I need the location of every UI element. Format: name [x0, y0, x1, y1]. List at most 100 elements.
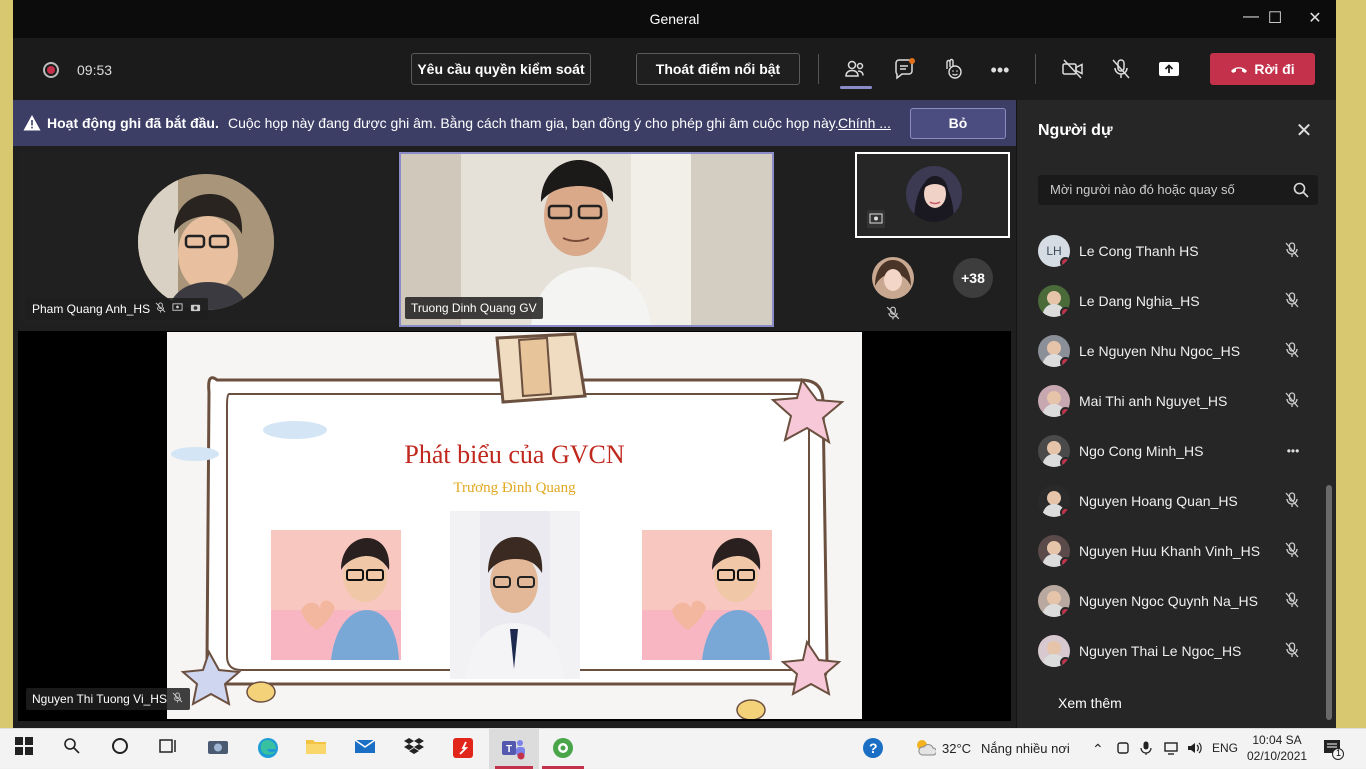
slide-image-avatar-left — [271, 530, 401, 660]
more-options-icon[interactable]: ••• — [987, 57, 1013, 83]
participants-active-indicator — [840, 86, 872, 89]
participant-name-tag: Truong Dinh Quang GV — [405, 297, 543, 319]
network-icon[interactable] — [1164, 741, 1178, 758]
mic-off-icon[interactable] — [1283, 341, 1303, 361]
banner-message: Cuộc họp này đang được ghi âm. Bằng cách… — [228, 115, 839, 131]
window-title: General — [649, 11, 700, 27]
volume-icon[interactable] — [1187, 741, 1203, 758]
video-stage: Pham Quang Anh_HS Truong Dinh Quang GV +… — [13, 146, 1016, 728]
exit-spotlight-button[interactable]: Thoát điểm nổi bật — [636, 53, 800, 85]
participant-row[interactable]: Le Dang Nghia_HS — [1038, 277, 1323, 327]
mic-off-icon[interactable] — [1283, 591, 1303, 611]
chat-icon[interactable] — [891, 57, 917, 83]
weather-text[interactable]: Nắng nhiều nơi — [981, 741, 1070, 756]
mic-off-icon — [886, 306, 900, 320]
avatar-initials: LH — [1046, 244, 1062, 258]
participant-row[interactable]: Nguyen Hoang Quan_HS — [1038, 477, 1323, 527]
participant-avatar[interactable] — [871, 256, 915, 300]
participant-row[interactable]: Le Nguyen Nhu Ngoc_HS — [1038, 327, 1323, 377]
toolbar-divider — [1035, 54, 1036, 84]
pdf-app-icon[interactable] — [451, 737, 475, 761]
invite-search-input[interactable]: Mời người nào đó hoặc quay số — [1038, 175, 1318, 205]
close-window-button[interactable]: ✕ — [1303, 8, 1327, 30]
presenter-name: Nguyen Thi Tuong Vi_HS — [32, 692, 167, 706]
policy-link[interactable]: Chính ... — [838, 115, 891, 131]
mic-off-icon — [153, 299, 167, 321]
close-panel-icon[interactable]: ✕ — [1292, 120, 1316, 144]
start-button[interactable] — [12, 737, 36, 761]
help-icon[interactable]: ? — [861, 737, 885, 761]
chevron-up-icon[interactable]: ⌃ — [1092, 741, 1104, 758]
language-indicator[interactable]: ENG — [1212, 741, 1238, 755]
mail-icon[interactable] — [353, 737, 377, 761]
participant-name: Le Nguyen Nhu Ngoc_HS — [1079, 343, 1241, 359]
video-tile[interactable]: Pham Quang Anh_HS — [18, 152, 396, 326]
reactions-icon[interactable] — [939, 57, 965, 83]
dropbox-icon[interactable] — [402, 737, 426, 761]
mic-off-icon[interactable] — [1108, 57, 1134, 83]
participant-row[interactable]: Nguyen Ngoc Quynh Na_HS — [1038, 577, 1323, 627]
toolbar-divider — [818, 54, 819, 84]
participant-name: Nguyen Huu Khanh Vinh_HS — [1079, 543, 1261, 559]
file-explorer-icon[interactable] — [304, 737, 328, 761]
screen-share-icon — [171, 299, 185, 321]
participant-avatar — [1038, 635, 1070, 667]
screen-share-icon — [867, 210, 885, 228]
recording-icon — [43, 62, 59, 78]
see-more-link[interactable]: Xem thêm — [1058, 695, 1122, 711]
participant-row[interactable]: Ngo Cong Minh_HS ••• — [1038, 427, 1323, 477]
cortana-icon[interactable] — [108, 737, 132, 761]
mic-off-icon[interactable] — [1283, 391, 1303, 411]
mic-off-icon[interactable] — [1283, 641, 1303, 661]
dismiss-banner-button[interactable]: Bỏ — [910, 108, 1006, 139]
participant-row[interactable]: Nguyen Thai Le Ngoc_HS — [1038, 627, 1323, 677]
request-control-button[interactable]: Yêu cầu quyền kiểm soát — [411, 53, 591, 85]
overflow-participants-count[interactable]: +38 — [953, 258, 993, 298]
mic-off-icon[interactable] — [1283, 541, 1303, 561]
participant-row[interactable]: Mai Thi anh Nguyet_HS — [1038, 377, 1323, 427]
notification-icon[interactable]: 1 — [1323, 738, 1345, 760]
teams-window: General — ☐ ✕ 09:53 Yêu cầu quyền kiểm s… — [13, 0, 1336, 728]
video-tile-small[interactable] — [855, 152, 1010, 238]
presenter-name-tag: Nguyen Thi Tuong Vi_HS — [26, 688, 191, 710]
mic-icon[interactable] — [1140, 741, 1152, 758]
presence-status-icon — [1060, 257, 1070, 267]
search-icon — [1293, 182, 1309, 198]
presence-status-icon — [1060, 507, 1070, 517]
camera-app-icon[interactable] — [206, 737, 230, 761]
participant-row[interactable]: Nguyen Huu Khanh Vinh_HS — [1038, 527, 1323, 577]
recording-banner: Hoạt động ghi đã bắt đầu. Cuộc họp này đ… — [13, 100, 1016, 146]
spotlight-video-tile[interactable]: Truong Dinh Quang GV — [399, 152, 774, 327]
camera-off-icon[interactable] — [1060, 57, 1086, 83]
participant-avatar — [906, 166, 962, 222]
device-icon[interactable] — [1116, 741, 1130, 758]
share-screen-icon[interactable] — [1156, 57, 1182, 83]
participant-avatar — [1038, 335, 1070, 367]
leave-button[interactable]: Rời đi — [1210, 53, 1315, 85]
mic-off-icon[interactable] — [1283, 241, 1303, 261]
warning-icon — [23, 115, 41, 131]
participant-row[interactable]: LH Le Cong Thanh HS — [1038, 227, 1323, 277]
participant-list-scrollbar[interactable] — [1326, 485, 1332, 720]
participant-name: Nguyen Ngoc Quynh Na_HS — [1079, 593, 1258, 609]
participant-avatar: LH — [1038, 235, 1070, 267]
teams-taskbar-button[interactable]: T — [489, 729, 539, 769]
participant-name: Nguyen Thai Le Ngoc_HS — [1079, 643, 1242, 659]
meeting-timer: 09:53 — [77, 62, 113, 78]
mic-off-icon[interactable] — [1283, 291, 1303, 311]
maximize-button[interactable]: ☐ — [1263, 8, 1287, 30]
participants-panel: Người dự ✕ Mời người nào đó hoặc quay số… — [1016, 100, 1336, 728]
participants-icon[interactable] — [842, 57, 868, 83]
mic-off-icon[interactable] — [1283, 491, 1303, 511]
more-options-icon[interactable]: ••• — [1283, 441, 1303, 461]
meeting-toolbar: 09:53 Yêu cầu quyền kiểm soát Thoát điểm… — [13, 38, 1336, 100]
svg-text:T: T — [506, 744, 512, 755]
system-clock[interactable]: 10:04 SA 02/10/2021 — [1247, 732, 1307, 764]
task-view-icon[interactable] — [156, 737, 180, 761]
edge-icon[interactable] — [256, 737, 280, 761]
search-icon[interactable] — [60, 737, 84, 761]
other-app-icon[interactable] — [542, 737, 584, 769]
notification-count: 1 — [1335, 748, 1341, 758]
temperature[interactable]: 32°C — [942, 741, 971, 756]
minimize-button[interactable]: — — [1239, 8, 1263, 30]
